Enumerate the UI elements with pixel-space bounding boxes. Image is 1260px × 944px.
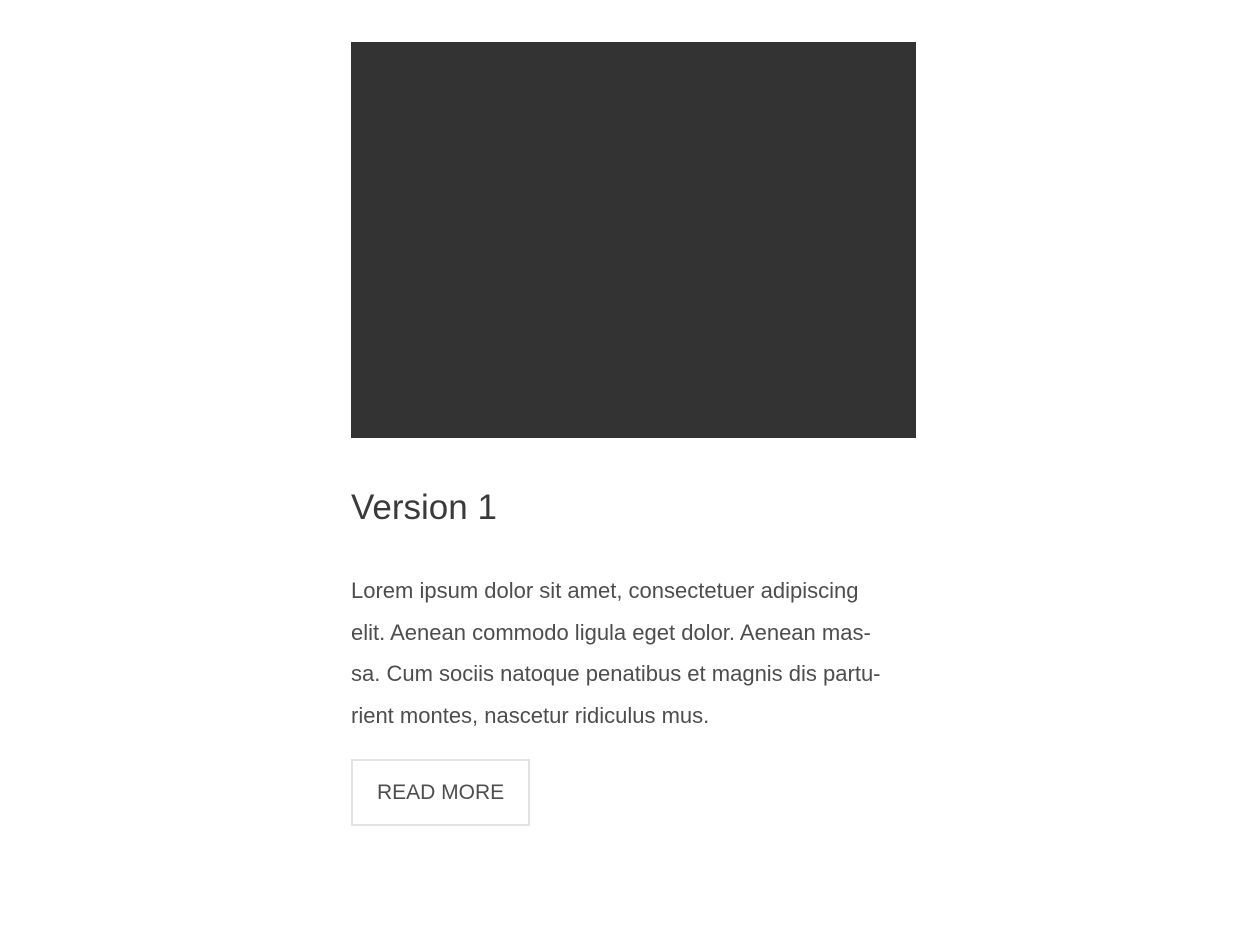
body-line: Lorem ipsum dolor sit amet, consectetuer… [351, 578, 859, 603]
read-more-button[interactable]: READ MORE [351, 758, 531, 826]
image-placeholder [351, 42, 916, 438]
card-title: Version 1 [351, 488, 497, 527]
body-line: sa. Cum sociis natoque penatibus et magn… [351, 661, 881, 687]
page: Version 1 Lorem ipsum dolor sit amet, co… [0, 0, 1260, 944]
article-card: Version 1 Lorem ipsum dolor sit amet, co… [351, 42, 916, 826]
card-body-text: Lorem ipsum dolor sit amet, consectetuer… [351, 570, 916, 737]
body-line: elit. Aenean commodo ligula eget dolor. … [351, 619, 871, 645]
body-line: rient montes, nascetur ridiculus mus. [351, 703, 710, 729]
